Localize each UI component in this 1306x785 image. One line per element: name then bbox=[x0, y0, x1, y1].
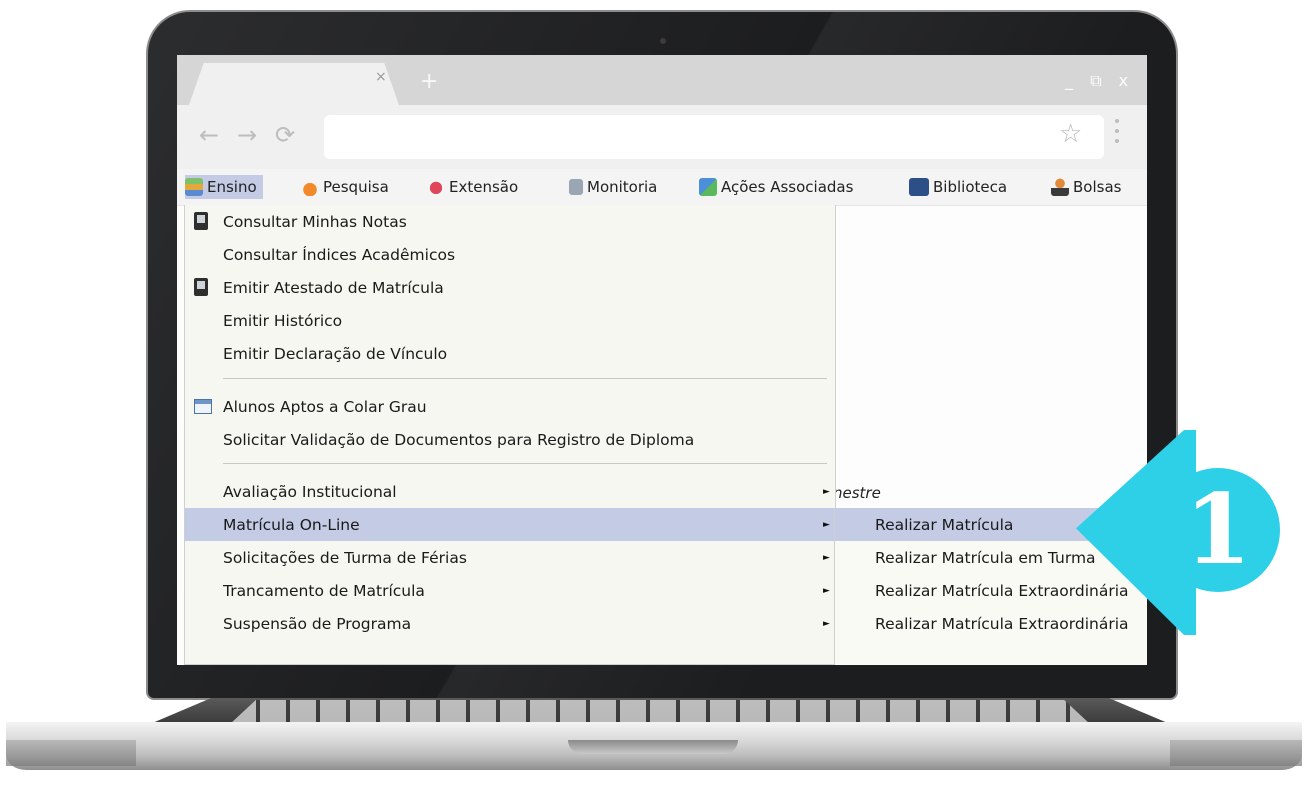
laptop-base-right-edge bbox=[1170, 740, 1302, 766]
menu-item-suspensao[interactable]: Suspensão de Programa ► bbox=[185, 607, 835, 640]
menu-item-emitir-atestado[interactable]: Emitir Atestado de Matrícula bbox=[185, 271, 835, 304]
forward-arrow-icon[interactable]: → bbox=[237, 123, 257, 147]
webcam-icon bbox=[660, 38, 666, 44]
menu-extensao[interactable]: Extensão bbox=[427, 175, 518, 199]
ensino-dropdown: Consultar Minhas Notas Consultar Índices… bbox=[184, 205, 836, 665]
tab-strip: × + _ ⧉ x bbox=[177, 55, 1147, 105]
new-tab-button[interactable]: + bbox=[420, 71, 438, 93]
mobile-icon bbox=[194, 278, 208, 296]
menu-ensino[interactable]: Ensino bbox=[185, 175, 263, 199]
submenu-arrow-icon: ► bbox=[823, 585, 830, 596]
menu-acoes-associadas[interactable]: Ações Associadas bbox=[699, 175, 853, 199]
menu-item-alunos-aptos[interactable]: Alunos Aptos a Colar Grau bbox=[185, 390, 835, 423]
reload-icon[interactable]: ⟳ bbox=[275, 123, 295, 147]
submenu-arrow-icon: ► bbox=[823, 552, 830, 563]
submenu-arrow-icon: ► bbox=[823, 486, 830, 497]
menu-item-avaliacao-institucional[interactable]: Avaliação Institucional ► bbox=[185, 475, 835, 508]
menu-bolsas[interactable]: Bolsas bbox=[1051, 175, 1121, 199]
menu-separator bbox=[223, 463, 827, 464]
background-semester-text: nestre bbox=[833, 484, 881, 502]
menu-separator bbox=[223, 378, 827, 379]
menu-item-matricula-online[interactable]: Matrícula On-Line ► bbox=[185, 508, 835, 541]
menu-item-turma-ferias[interactable]: Solicitações de Turma de Férias ► bbox=[185, 541, 835, 574]
address-bar[interactable] bbox=[324, 115, 1104, 159]
menu-item-emitir-declaracao[interactable]: Emitir Declaração de Vínculo bbox=[185, 337, 835, 370]
laptop-opening-notch bbox=[568, 740, 738, 754]
browser-toolbar: ← → ⟳ ☆ bbox=[177, 105, 1147, 169]
web-page: Ensino Pesquisa Extensão Monitoria Ações… bbox=[177, 169, 1147, 665]
person-icon bbox=[1051, 178, 1069, 196]
browser-tab[interactable] bbox=[189, 63, 399, 105]
submenu-arrow-icon: ► bbox=[823, 519, 830, 530]
flask-icon bbox=[301, 178, 319, 196]
heart-hands-icon bbox=[427, 178, 445, 196]
bookmark-star-icon[interactable]: ☆ bbox=[1059, 121, 1082, 147]
menu-biblioteca[interactable]: Biblioteca bbox=[909, 175, 1007, 199]
puzzle-icon bbox=[699, 178, 717, 196]
window-controls[interactable]: _ ⧉ x bbox=[1065, 71, 1134, 91]
books-icon bbox=[185, 178, 203, 196]
menu-item-emitir-historico[interactable]: Emitir Histórico bbox=[185, 304, 835, 337]
laptop-base-left-edge bbox=[6, 740, 136, 766]
monitor-icon bbox=[569, 179, 583, 195]
mobile-icon bbox=[194, 212, 208, 230]
step-callout: 1 bbox=[1076, 430, 1281, 635]
book-icon bbox=[909, 178, 929, 196]
menu-item-solicitar-validacao[interactable]: Solicitar Validação de Documentos para R… bbox=[185, 423, 835, 456]
back-arrow-icon[interactable]: ← bbox=[199, 123, 219, 147]
menu-pesquisa[interactable]: Pesquisa bbox=[301, 175, 389, 199]
submenu-arrow-icon: ► bbox=[823, 618, 830, 629]
keyboard-keys bbox=[230, 700, 1090, 724]
menu-item-consultar-indices[interactable]: Consultar Índices Acadêmicos bbox=[185, 238, 835, 271]
close-tab-icon[interactable]: × bbox=[375, 69, 387, 85]
step-number: 1 bbox=[1184, 473, 1252, 586]
browser-window: × + _ ⧉ x ← → ⟳ ☆ Ensino Pesquisa Extens… bbox=[177, 55, 1147, 665]
menu-item-consultar-notas[interactable]: Consultar Minhas Notas bbox=[185, 205, 835, 238]
menu-monitoria[interactable]: Monitoria bbox=[569, 175, 657, 199]
menu-item-trancamento[interactable]: Trancamento de Matrícula ► bbox=[185, 574, 835, 607]
main-menubar: Ensino Pesquisa Extensão Monitoria Ações… bbox=[177, 169, 1147, 206]
browser-menu-icon[interactable] bbox=[1115, 119, 1119, 149]
window-icon bbox=[194, 399, 212, 414]
